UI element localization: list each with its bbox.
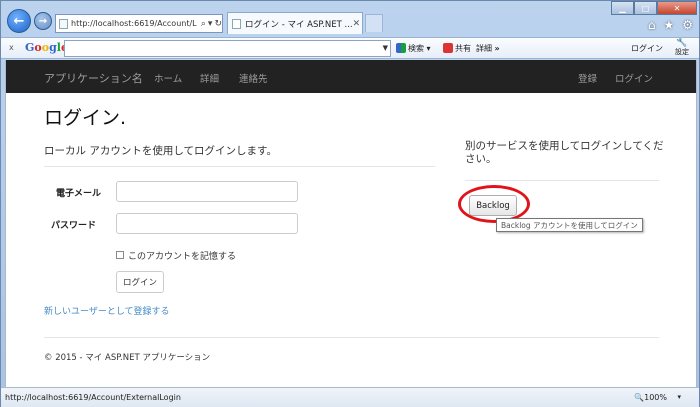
new-tab-button[interactable]	[365, 14, 383, 32]
home-icon[interactable]: ⌂	[648, 18, 656, 32]
local-login-heading: ローカル アカウントを使用してログインします。	[44, 145, 277, 157]
email-field[interactable]	[116, 181, 298, 202]
chevron-down-icon[interactable]: ▼	[383, 44, 388, 52]
share-label: 共有	[455, 44, 471, 53]
divider	[465, 180, 659, 181]
toolbar-settings-button[interactable]: 🔧 設定	[675, 39, 689, 57]
email-label: 電子メール	[55, 189, 101, 199]
wrench-icon: 🔧	[676, 38, 688, 48]
details-label: 詳細	[476, 44, 492, 53]
share-button[interactable]: 共有	[443, 43, 471, 54]
register-link[interactable]: 新しいユーザーとして登録する	[44, 304, 170, 317]
nav-link-register[interactable]: 登録	[578, 71, 597, 85]
browser-window: ← → http://localhost:6619/Account/L ⌕ ▾ …	[0, 0, 700, 407]
close-toolbar-icon[interactable]: x	[9, 43, 14, 52]
settings-label: 設定	[675, 48, 689, 56]
favorites-star-icon[interactable]: ★	[663, 18, 674, 32]
google-logo: Google	[25, 41, 68, 54]
backlog-tooltip: Backlog アカウントを使用してログイン	[496, 218, 643, 232]
status-url: http://localhost:6619/Account/ExternalLo…	[5, 393, 181, 402]
arrow-left-icon: ←	[13, 13, 25, 29]
footer-copyright: © 2015 - マイ ASP.NET アプリケーション	[44, 353, 211, 363]
arrow-right-icon: →	[38, 15, 48, 27]
nav-link-home[interactable]: ホーム	[154, 71, 182, 85]
password-field[interactable]	[116, 213, 298, 234]
remember-me-label[interactable]: このアカウントを記憶する	[128, 249, 236, 262]
password-label: パスワード	[50, 221, 96, 231]
app-navbar: アプリケーション名 ホーム 詳細 連絡先 登録 ログイン	[6, 60, 696, 93]
close-window-button[interactable]: ✕	[657, 1, 697, 15]
nav-link-contact[interactable]: 連絡先	[239, 71, 268, 85]
forward-button[interactable]: →	[34, 12, 52, 30]
browser-titlebar: ← → http://localhost:6619/Account/L ⌕ ▾ …	[1, 1, 700, 35]
browser-tool-icons: ⌂ ★ ⚙	[648, 18, 693, 32]
details-button[interactable]: 詳細 »	[476, 43, 500, 54]
dropdown-icon[interactable]: ▾	[208, 19, 213, 29]
nav-link-about[interactable]: 詳細	[200, 71, 219, 85]
search-button[interactable]: 検索 ▾	[396, 43, 431, 54]
tab-login[interactable]: ログイン - マイ ASP.NET ... ✕	[227, 12, 363, 34]
page-viewport: アプリケーション名 ホーム 詳細 連絡先 登録 ログイン ログイン. ローカル …	[5, 60, 697, 387]
gear-icon[interactable]: ⚙	[682, 18, 693, 32]
page-title: ログイン.	[44, 107, 127, 129]
external-login-heading: 別のサービスを使用してログインしてください。	[465, 140, 664, 165]
page-icon	[59, 18, 68, 29]
more-icon: »	[494, 44, 500, 53]
magnifier-icon: 🔍	[634, 393, 645, 402]
close-tab-icon[interactable]: ✕	[353, 19, 361, 29]
login-button[interactable]: ログイン	[116, 271, 164, 293]
search-icon[interactable]: ⌕	[201, 19, 206, 29]
google-toolbar: x Google ▼ 検索 ▾ 共有 詳細 » ログイン 🔧設定	[1, 37, 699, 59]
divider	[44, 166, 435, 167]
footer-divider	[44, 337, 659, 338]
zoom-dropdown-icon[interactable]: ▾	[677, 393, 681, 401]
google-search-icon	[396, 43, 406, 53]
search-label: 検索	[408, 44, 424, 53]
toolbar-login-link[interactable]: ログイン	[631, 43, 663, 54]
maximize-button[interactable]: □	[634, 1, 657, 15]
nav-link-login[interactable]: ログイン	[615, 71, 653, 85]
status-bar: http://localhost:6619/Account/ExternalLo…	[1, 387, 699, 407]
remember-me-checkbox[interactable]	[116, 251, 124, 259]
tab-title: ログイン - マイ ASP.NET ...	[245, 19, 353, 30]
google-search-input[interactable]: ▼	[64, 40, 391, 57]
google-plus-icon	[443, 43, 453, 53]
zoom-level[interactable]: 🔍100%	[634, 393, 667, 402]
minimize-button[interactable]: ▁	[611, 1, 634, 15]
refresh-icon[interactable]: ↻	[214, 19, 222, 29]
zoom-value: 100%	[644, 393, 667, 402]
address-text: http://localhost:6619/Account/L	[71, 19, 197, 28]
page-favicon-icon	[232, 18, 241, 29]
window-controls: ▁ □ ✕	[611, 1, 697, 15]
navbar-brand[interactable]: アプリケーション名	[44, 70, 143, 86]
address-bar[interactable]: http://localhost:6619/Account/L ⌕ ▾ ↻	[55, 14, 223, 33]
back-button[interactable]: ←	[7, 9, 31, 33]
